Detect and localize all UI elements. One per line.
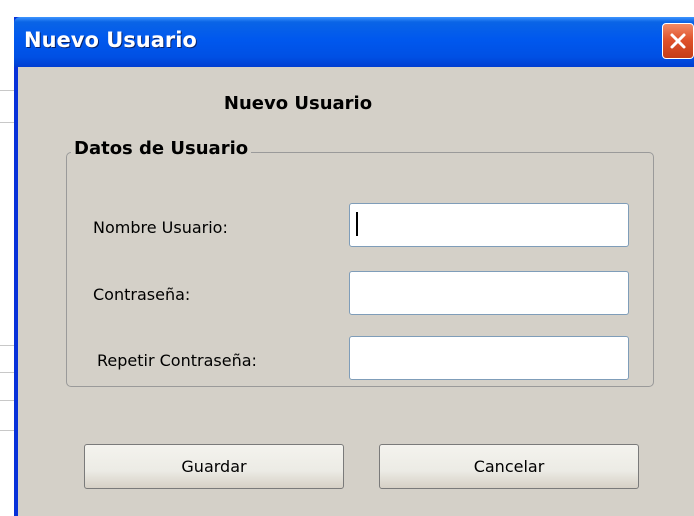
repeat-password-label: Repetir Contraseña: bbox=[97, 351, 257, 370]
save-button[interactable]: Guardar bbox=[84, 444, 344, 489]
dialog-heading: Nuevo Usuario bbox=[223, 93, 373, 114]
dialog-window: Nuevo Usuario Nuevo Usuario Datos de Usu… bbox=[14, 17, 694, 516]
text-caret bbox=[356, 212, 358, 236]
background-divider bbox=[0, 400, 14, 401]
title-bar[interactable]: Nuevo Usuario bbox=[14, 17, 694, 67]
cancel-button[interactable]: Cancelar bbox=[379, 444, 639, 489]
repeat-password-field[interactable] bbox=[349, 336, 629, 380]
background-divider bbox=[0, 372, 14, 373]
background-divider bbox=[0, 90, 14, 91]
password-label: Contraseña: bbox=[93, 285, 191, 304]
dialog-body: Nuevo Usuario Datos de Usuario Nombre Us… bbox=[18, 67, 694, 516]
close-button[interactable] bbox=[662, 23, 694, 59]
password-field[interactable] bbox=[349, 271, 629, 315]
groupbox-legend: Datos de Usuario bbox=[71, 138, 252, 159]
background-window bbox=[0, 0, 14, 516]
username-field[interactable] bbox=[349, 203, 629, 247]
window-title: Nuevo Usuario bbox=[24, 28, 197, 52]
background-divider bbox=[0, 345, 14, 346]
close-icon bbox=[670, 33, 686, 49]
background-divider bbox=[0, 122, 14, 123]
background-divider bbox=[0, 430, 14, 431]
username-label: Nombre Usuario: bbox=[93, 218, 228, 237]
